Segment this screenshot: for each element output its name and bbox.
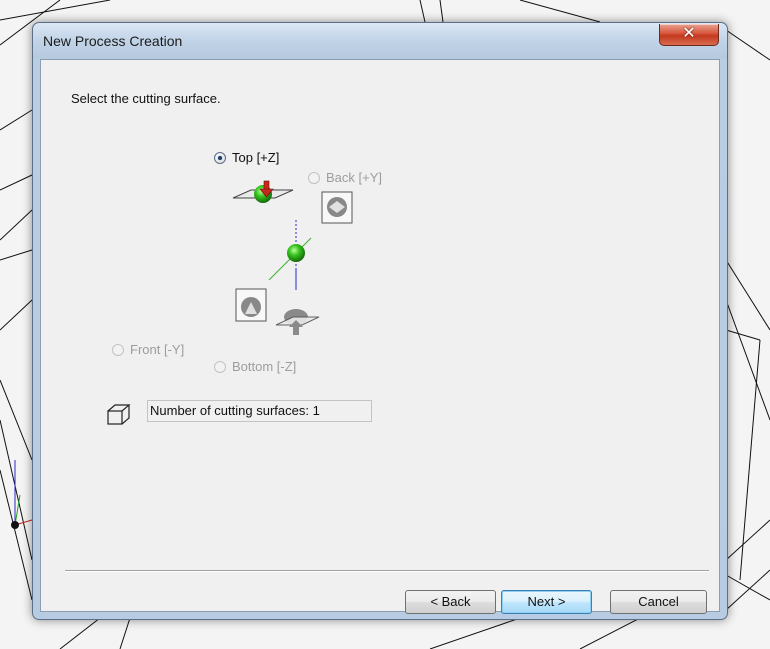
radio-front[interactable]: Front [-Y] — [112, 342, 184, 357]
dialog-title: New Process Creation — [43, 33, 183, 49]
back-view-icon — [321, 191, 353, 224]
radio-front-indicator — [112, 343, 124, 356]
green-sphere-icon — [287, 244, 305, 262]
close-icon: ✕ — [682, 25, 696, 42]
top-plane-icon — [232, 180, 294, 203]
orientation-diagram — [232, 180, 353, 335]
footer-divider — [65, 570, 709, 572]
radio-top-indicator — [214, 151, 226, 164]
next-button[interactable]: Next > — [501, 590, 592, 614]
radio-bottom-label: Bottom [-Z] — [232, 359, 297, 374]
cutting-surfaces-count-field: Number of cutting surfaces: 1 — [147, 400, 372, 422]
close-button[interactable]: ✕ — [659, 24, 719, 46]
dialog-body: Select the cutting surface. Top [+Z] Bac… — [40, 59, 720, 614]
front-view-icon — [235, 288, 267, 322]
radio-top-label: Top [+Z] — [232, 150, 280, 165]
radio-bottom-indicator — [214, 360, 226, 373]
box-outline-icon — [107, 404, 131, 425]
new-process-dialog: New Process Creation ✕ Select the cuttin… — [32, 22, 728, 620]
back-button[interactable]: < Back — [405, 590, 496, 614]
cancel-button[interactable]: Cancel — [610, 590, 707, 614]
instruction-text: Select the cutting surface. — [71, 91, 221, 106]
bottom-view-icon — [275, 309, 320, 335]
radio-top[interactable]: Top [+Z] — [214, 150, 279, 165]
title-bar: New Process Creation ✕ — [33, 23, 727, 59]
radio-front-label: Front [-Y] — [130, 342, 185, 357]
radio-bottom[interactable]: Bottom [-Z] — [214, 359, 296, 374]
